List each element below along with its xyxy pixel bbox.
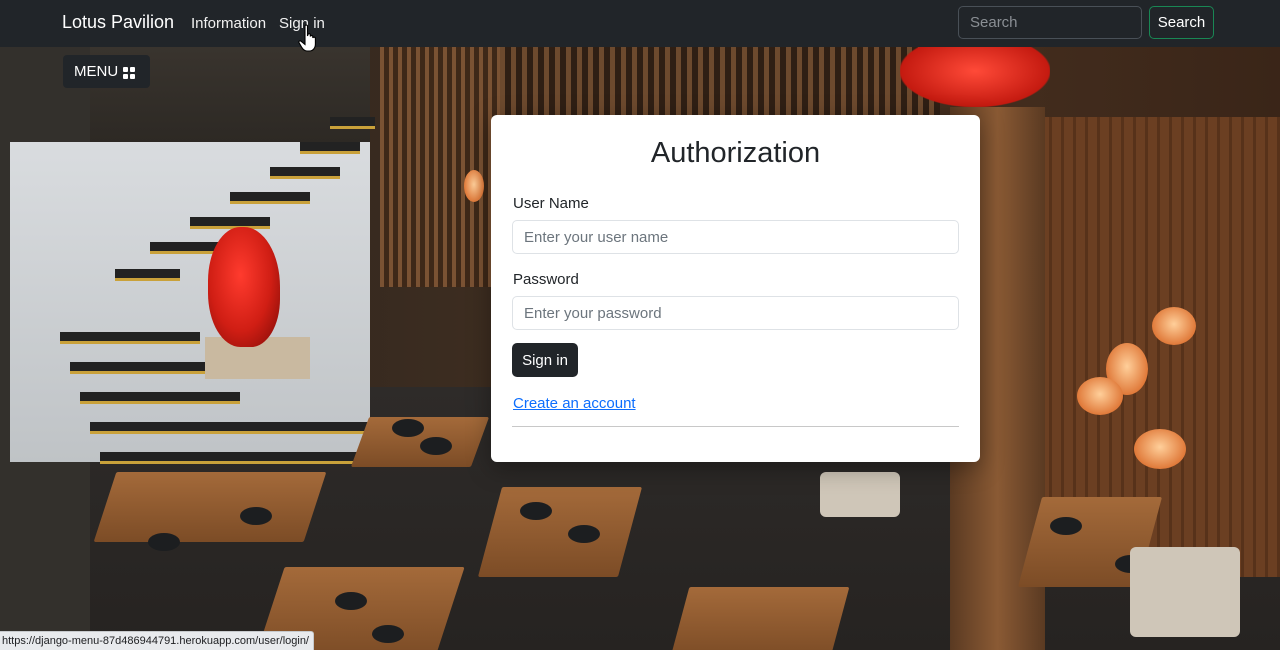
pendant-lamp xyxy=(1134,429,1186,469)
sign-in-button[interactable]: Sign in xyxy=(512,343,578,377)
divider xyxy=(512,426,959,427)
menu-button[interactable]: MENU xyxy=(63,55,150,88)
authorization-card: Authorization User Name Password Sign in… xyxy=(491,115,980,462)
status-bar-url: https://django-menu-87d486944791.herokua… xyxy=(0,631,314,650)
pendant-lamp xyxy=(1152,307,1196,345)
red-sculpture xyxy=(208,227,280,347)
top-navbar: Lotus Pavilion Information Sign in Searc… xyxy=(0,0,1280,47)
search-button[interactable]: Search xyxy=(1149,6,1214,39)
password-input[interactable] xyxy=(512,296,959,330)
page-title: Authorization xyxy=(650,137,821,169)
nav-link-information[interactable]: Information xyxy=(191,15,266,32)
username-input[interactable] xyxy=(512,220,959,254)
password-label: Password xyxy=(513,271,579,288)
username-label: User Name xyxy=(513,195,589,212)
pendant-lamp xyxy=(1077,377,1123,415)
hand-pointer-icon xyxy=(298,24,316,52)
pendant-lamp xyxy=(464,170,484,202)
search-input[interactable] xyxy=(958,6,1142,39)
create-account-link[interactable]: Create an account xyxy=(513,395,636,412)
brand-link[interactable]: Lotus Pavilion xyxy=(62,12,174,33)
grid-icon xyxy=(123,67,135,79)
menu-button-label: MENU xyxy=(74,63,119,80)
